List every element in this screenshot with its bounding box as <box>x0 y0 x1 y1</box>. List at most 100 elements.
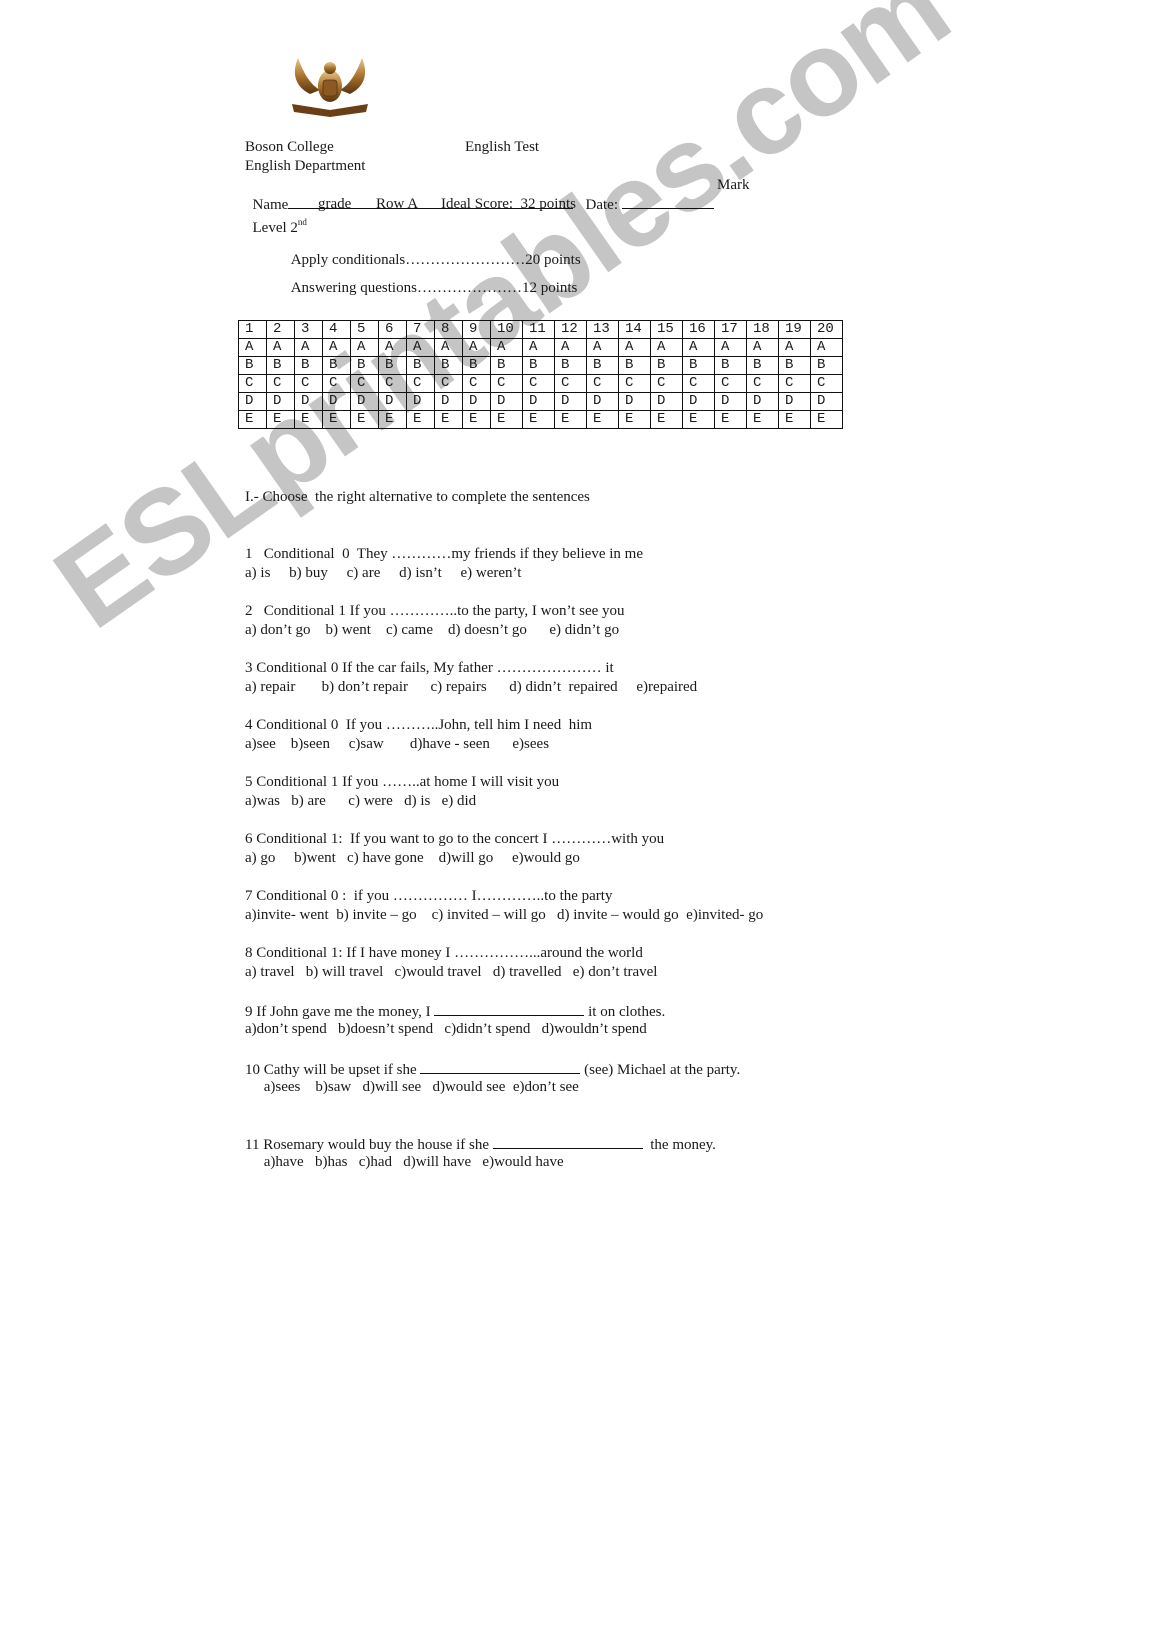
grid-answer-cell[interactable]: D <box>650 392 683 411</box>
grid-answer-cell[interactable]: E <box>554 410 587 429</box>
grid-answer-cell[interactable]: A <box>350 338 379 357</box>
grid-answer-cell[interactable]: B <box>746 356 779 375</box>
grid-answer-cell[interactable]: D <box>266 392 295 411</box>
grid-answer-cell[interactable]: C <box>810 374 843 393</box>
grid-answer-cell[interactable]: D <box>490 392 523 411</box>
answer-blank[interactable] <box>434 1001 585 1016</box>
grid-answer-cell[interactable]: B <box>350 356 379 375</box>
grid-answer-cell[interactable]: E <box>238 410 267 429</box>
grid-answer-cell[interactable]: D <box>586 392 619 411</box>
grid-answer-cell[interactable]: E <box>586 410 619 429</box>
grid-answer-cell[interactable]: C <box>714 374 747 393</box>
grid-answer-cell[interactable]: B <box>378 356 407 375</box>
grid-answer-cell[interactable]: E <box>746 410 779 429</box>
grid-answer-cell[interactable]: E <box>378 410 407 429</box>
grid-answer-cell[interactable]: A <box>294 338 323 357</box>
grid-answer-cell[interactable]: D <box>238 392 267 411</box>
grid-answer-cell[interactable]: B <box>406 356 435 375</box>
grid-answer-cell[interactable]: C <box>746 374 779 393</box>
grid-answer-cell[interactable]: A <box>746 338 779 357</box>
grid-answer-cell[interactable]: B <box>554 356 587 375</box>
grid-answer-cell[interactable]: D <box>554 392 587 411</box>
grid-answer-cell[interactable]: A <box>586 338 619 357</box>
grid-answer-cell[interactable]: B <box>778 356 811 375</box>
grid-answer-cell[interactable]: E <box>294 410 323 429</box>
grid-answer-cell[interactable]: C <box>778 374 811 393</box>
grid-answer-cell[interactable]: A <box>810 338 843 357</box>
grid-answer-cell[interactable]: A <box>406 338 435 357</box>
grid-answer-cell[interactable]: B <box>322 356 351 375</box>
grid-answer-cell[interactable]: C <box>618 374 651 393</box>
grid-answer-cell[interactable]: E <box>650 410 683 429</box>
grid-answer-cell[interactable]: D <box>322 392 351 411</box>
grid-answer-cell[interactable]: A <box>650 338 683 357</box>
grid-answer-cell[interactable]: C <box>378 374 407 393</box>
grid-answer-cell[interactable]: E <box>778 410 811 429</box>
grid-answer-cell[interactable]: B <box>682 356 715 375</box>
grid-answer-cell[interactable]: A <box>322 338 351 357</box>
grid-answer-cell[interactable]: B <box>650 356 683 375</box>
date-field[interactable] <box>621 194 714 209</box>
grid-answer-cell[interactable]: B <box>266 356 295 375</box>
grid-answer-cell[interactable]: B <box>462 356 491 375</box>
grid-answer-cell[interactable]: A <box>462 338 491 357</box>
grid-answer-cell[interactable]: B <box>238 356 267 375</box>
grid-answer-cell[interactable]: E <box>406 410 435 429</box>
grid-answer-cell[interactable]: B <box>294 356 323 375</box>
grid-answer-cell[interactable]: E <box>522 410 555 429</box>
grid-answer-cell[interactable]: C <box>266 374 295 393</box>
answer-blank[interactable] <box>492 1134 643 1149</box>
grid-answer-cell[interactable]: C <box>682 374 715 393</box>
grid-answer-cell[interactable]: D <box>522 392 555 411</box>
grid-answer-cell[interactable]: D <box>682 392 715 411</box>
grid-answer-cell[interactable]: D <box>350 392 379 411</box>
grid-answer-cell[interactable]: D <box>778 392 811 411</box>
grid-answer-cell[interactable]: B <box>522 356 555 375</box>
grid-answer-cell[interactable]: E <box>322 410 351 429</box>
grid-answer-cell[interactable]: C <box>650 374 683 393</box>
grid-answer-cell[interactable]: B <box>714 356 747 375</box>
grid-answer-cell[interactable]: D <box>810 392 843 411</box>
grid-answer-cell[interactable]: A <box>490 338 523 357</box>
grid-answer-cell[interactable]: B <box>810 356 843 375</box>
grid-answer-cell[interactable]: A <box>434 338 463 357</box>
grid-answer-cell[interactable]: E <box>682 410 715 429</box>
grid-answer-cell[interactable]: C <box>586 374 619 393</box>
grid-answer-cell[interactable]: B <box>490 356 523 375</box>
grid-answer-cell[interactable]: A <box>682 338 715 357</box>
grid-answer-cell[interactable]: D <box>714 392 747 411</box>
grid-answer-cell[interactable]: D <box>618 392 651 411</box>
grid-answer-cell[interactable]: C <box>522 374 555 393</box>
grid-answer-cell[interactable]: C <box>462 374 491 393</box>
grid-answer-cell[interactable]: C <box>434 374 463 393</box>
grid-answer-cell[interactable]: A <box>522 338 555 357</box>
grid-answer-cell[interactable]: E <box>490 410 523 429</box>
grid-answer-cell[interactable]: D <box>746 392 779 411</box>
grid-answer-cell[interactable]: A <box>714 338 747 357</box>
grid-answer-cell[interactable]: C <box>554 374 587 393</box>
grid-answer-cell[interactable]: D <box>294 392 323 411</box>
grid-answer-cell[interactable]: A <box>238 338 267 357</box>
answer-blank[interactable] <box>420 1059 581 1074</box>
grid-answer-cell[interactable]: E <box>810 410 843 429</box>
grid-answer-cell[interactable]: B <box>618 356 651 375</box>
grid-answer-cell[interactable]: A <box>378 338 407 357</box>
grid-answer-cell[interactable]: A <box>618 338 651 357</box>
grid-answer-cell[interactable]: D <box>462 392 491 411</box>
grid-answer-cell[interactable]: D <box>434 392 463 411</box>
grid-answer-cell[interactable]: B <box>434 356 463 375</box>
grid-answer-cell[interactable]: C <box>322 374 351 393</box>
grid-answer-cell[interactable]: E <box>462 410 491 429</box>
grid-answer-cell[interactable]: A <box>266 338 295 357</box>
grid-answer-cell[interactable]: C <box>238 374 267 393</box>
grid-answer-cell[interactable]: B <box>586 356 619 375</box>
grid-answer-cell[interactable]: C <box>406 374 435 393</box>
grid-answer-cell[interactable]: C <box>490 374 523 393</box>
grid-answer-cell[interactable]: C <box>294 374 323 393</box>
grid-answer-cell[interactable]: A <box>554 338 587 357</box>
grid-answer-cell[interactable]: E <box>350 410 379 429</box>
grid-answer-cell[interactable]: E <box>266 410 295 429</box>
grid-answer-cell[interactable]: E <box>434 410 463 429</box>
grid-answer-cell[interactable]: A <box>778 338 811 357</box>
grid-answer-cell[interactable]: E <box>714 410 747 429</box>
